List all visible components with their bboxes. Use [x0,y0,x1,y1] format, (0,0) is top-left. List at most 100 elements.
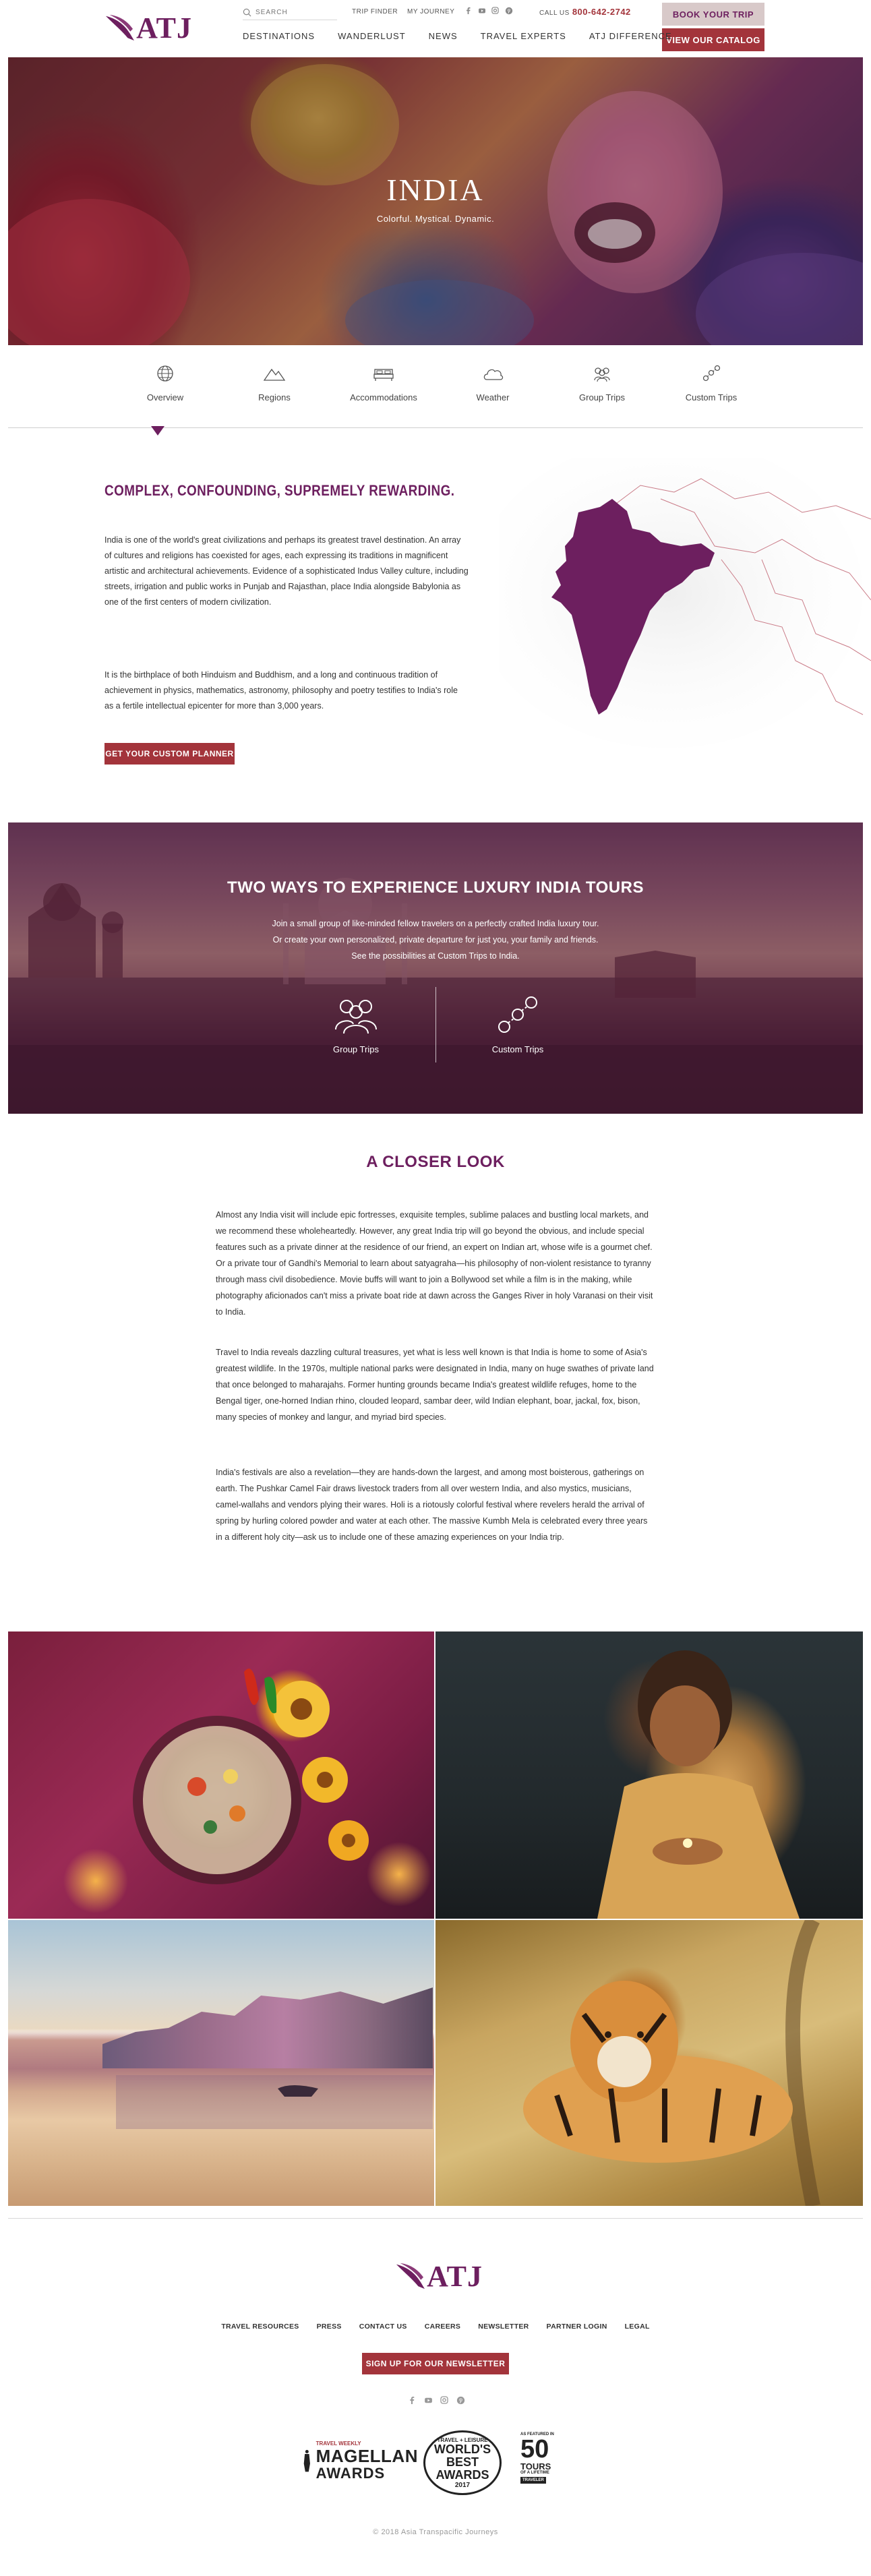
footer-atj-logo[interactable]: ATJ [395,2255,483,2297]
footer-link-partner-login[interactable]: PARTNER LOGIN [547,2323,607,2331]
two-ways-heading: TWO WAYS TO EXPERIENCE LUXURY INDIA TOUR… [227,878,644,897]
tiger-photo-art [523,1920,820,2206]
magellan-sub: AWARDS [316,2464,386,2482]
wb-title: WORLD'S BEST AWARDS [433,2442,491,2482]
custom-trips-label: Custom Trips [491,1044,544,1054]
newsletter-signup-button[interactable]: SIGN UP FOR OUR NEWSLETTER [362,2353,509,2374]
footer-divider [8,2218,863,2219]
two-ways-text: Join a small group of like-minded fellow… [272,919,599,961]
footer-link-contact-us[interactable]: CONTACT US [359,2323,407,2331]
cloud-icon [483,369,504,380]
group-trips-link[interactable]: Group Trips [302,994,410,1054]
fifty-number: 50 [520,2435,549,2463]
search-input[interactable] [256,9,330,16]
group-icon [335,1000,377,1034]
mountain-icon [263,368,286,381]
nav-atj-difference[interactable]: ATJ DIFFERENCE [589,31,672,41]
fifty-tours-badge: AS FEATURED IN 50 TOURS OF A LIFETIME TR… [520,2432,568,2496]
pinterest-icon[interactable] [456,2395,465,2405]
trip-finder-link[interactable]: TRIP FINDER [352,8,398,16]
phone-number[interactable]: 800-642-2742 [572,7,631,17]
footer-links: TRAVEL RESOURCES PRESS CONTACT US CAREER… [0,2323,871,2331]
footer-link-newsletter[interactable]: NEWSLETTER [478,2323,529,2331]
tab-group-trips[interactable]: Group Trips [558,364,646,411]
youtube-icon[interactable] [423,2395,433,2405]
hero-title: INDIA [386,173,485,207]
main-nav: DESTINATIONS WANDERLUST NEWS TRAVEL EXPE… [243,31,695,41]
river-photo-art [116,2075,433,2129]
band-overlay [8,822,863,1114]
pinterest-icon[interactable] [504,6,513,15]
magellan-awards-badge: TRAVEL WEEKLY MAGELLAN AWARDS [303,2427,418,2494]
tab-custom-trips[interactable]: Custom Trips [667,364,755,411]
logo-text: ATJ [136,11,192,44]
nav-wanderlust[interactable]: WANDERLUST [338,31,406,41]
photo-indian-food [8,1631,434,1919]
tab-regions-label: Regions [258,392,291,402]
footer-logo-text: ATJ [427,2259,483,2293]
footer-link-press[interactable]: PRESS [317,2323,342,2331]
tab-custom-trips-label: Custom Trips [685,392,738,402]
tab-accommodations[interactable]: Accommodations [340,364,427,411]
atj-logo[interactable]: ATJ [104,7,192,49]
nav-travel-experts[interactable]: TRAVEL EXPERTS [481,31,566,41]
girl-photo-art [597,1650,800,1919]
tab-group-trips-label: Group Trips [579,392,625,402]
worlds-best-awards-badge: TRAVEL + LEISURE WORLD'S BEST AWARDS 201… [423,2430,502,2495]
group-trips-label: Group Trips [333,1044,379,1054]
tab-accommodations-label: Accommodations [350,392,417,402]
closer-paragraph-2: Travel to India reveals dazzling cultura… [216,1348,654,1422]
hero-banner: INDIA Colorful. Mystical. Dynamic. [8,57,863,345]
bed-icon [373,369,394,381]
route-icon [702,365,721,382]
wb-year: 2017 [454,2481,471,2489]
tabs-divider [8,427,863,428]
nav-destinations[interactable]: DESTINATIONS [243,31,315,41]
book-your-trip-button[interactable]: BOOK YOUR TRIP [662,3,764,26]
magellan-text: TRAVEL WEEKLY MAGELLAN AWARDS [316,2440,418,2482]
closer-look-heading: A CLOSER LOOK [366,1153,505,1171]
photo-bengal-tiger [436,1920,863,2206]
fifty-brand: TRAVELER [520,2477,546,2484]
photo-varanasi-river [8,1920,434,2206]
fifty-tours: TOURS [520,2461,551,2472]
my-journey-link[interactable]: MY JOURNEY [407,8,454,16]
nav-news[interactable]: NEWS [429,31,458,41]
hero-subtitle: Colorful. Mystical. Dynamic. [376,214,495,224]
call-us: CALL US 800-642-2742 [539,7,631,17]
destination-tabs: Overview Regions Accommodations Weather … [121,364,755,411]
tab-overview[interactable]: Overview [121,364,209,411]
intro-paragraph-1: India is one of the world's great civili… [104,535,469,607]
facebook-icon[interactable] [464,6,473,15]
two-ways-banner: TWO WAYS TO EXPERIENCE LUXURY INDIA TOUR… [8,822,863,1114]
footer-social-icons [407,2395,465,2405]
closer-paragraph-1: Almost any India visit will include epic… [216,1210,653,1317]
food-photo-art [133,1669,369,1884]
search-box[interactable] [243,5,337,20]
instagram-icon[interactable] [491,6,500,15]
instagram-icon[interactable] [440,2395,449,2405]
tab-weather[interactable]: Weather [449,364,537,411]
footer-link-careers[interactable]: CAREERS [425,2323,460,2331]
youtube-icon[interactable] [477,6,486,15]
closer-paragraph-3: India's festivals are also a revelation—… [216,1468,648,1542]
custom-trips-link[interactable]: Custom Trips [464,994,572,1054]
route-icon [498,996,537,1033]
fifty-sub: OF A LIFETIME [520,2471,549,2475]
site-header: ATJ TRIP FINDER MY JOURNEY CALL US800-64… [0,0,871,57]
group-icon [594,367,610,382]
tab-regions[interactable]: Regions [231,364,318,411]
custom-planner-button[interactable]: GET YOUR CUSTOM PLANNER [104,743,235,765]
copyright: © 2018 Asia Transpacific Journeys [373,2528,498,2536]
footer-link-legal[interactable]: LEGAL [625,2323,650,2331]
tab-overview-label: Overview [146,392,184,402]
search-icon [243,8,251,17]
photo-girl-diya [436,1631,863,1919]
facebook-icon[interactable] [407,2395,417,2405]
globe-icon [157,365,173,382]
india-map [499,458,871,748]
magellan-big: MAGELLAN [316,2445,418,2466]
active-tab-indicator [151,426,164,436]
footer-link-travel-resources[interactable]: TRAVEL RESOURCES [221,2323,299,2331]
intro-paragraph-2: It is the birthplace of both Hinduism an… [104,670,458,711]
